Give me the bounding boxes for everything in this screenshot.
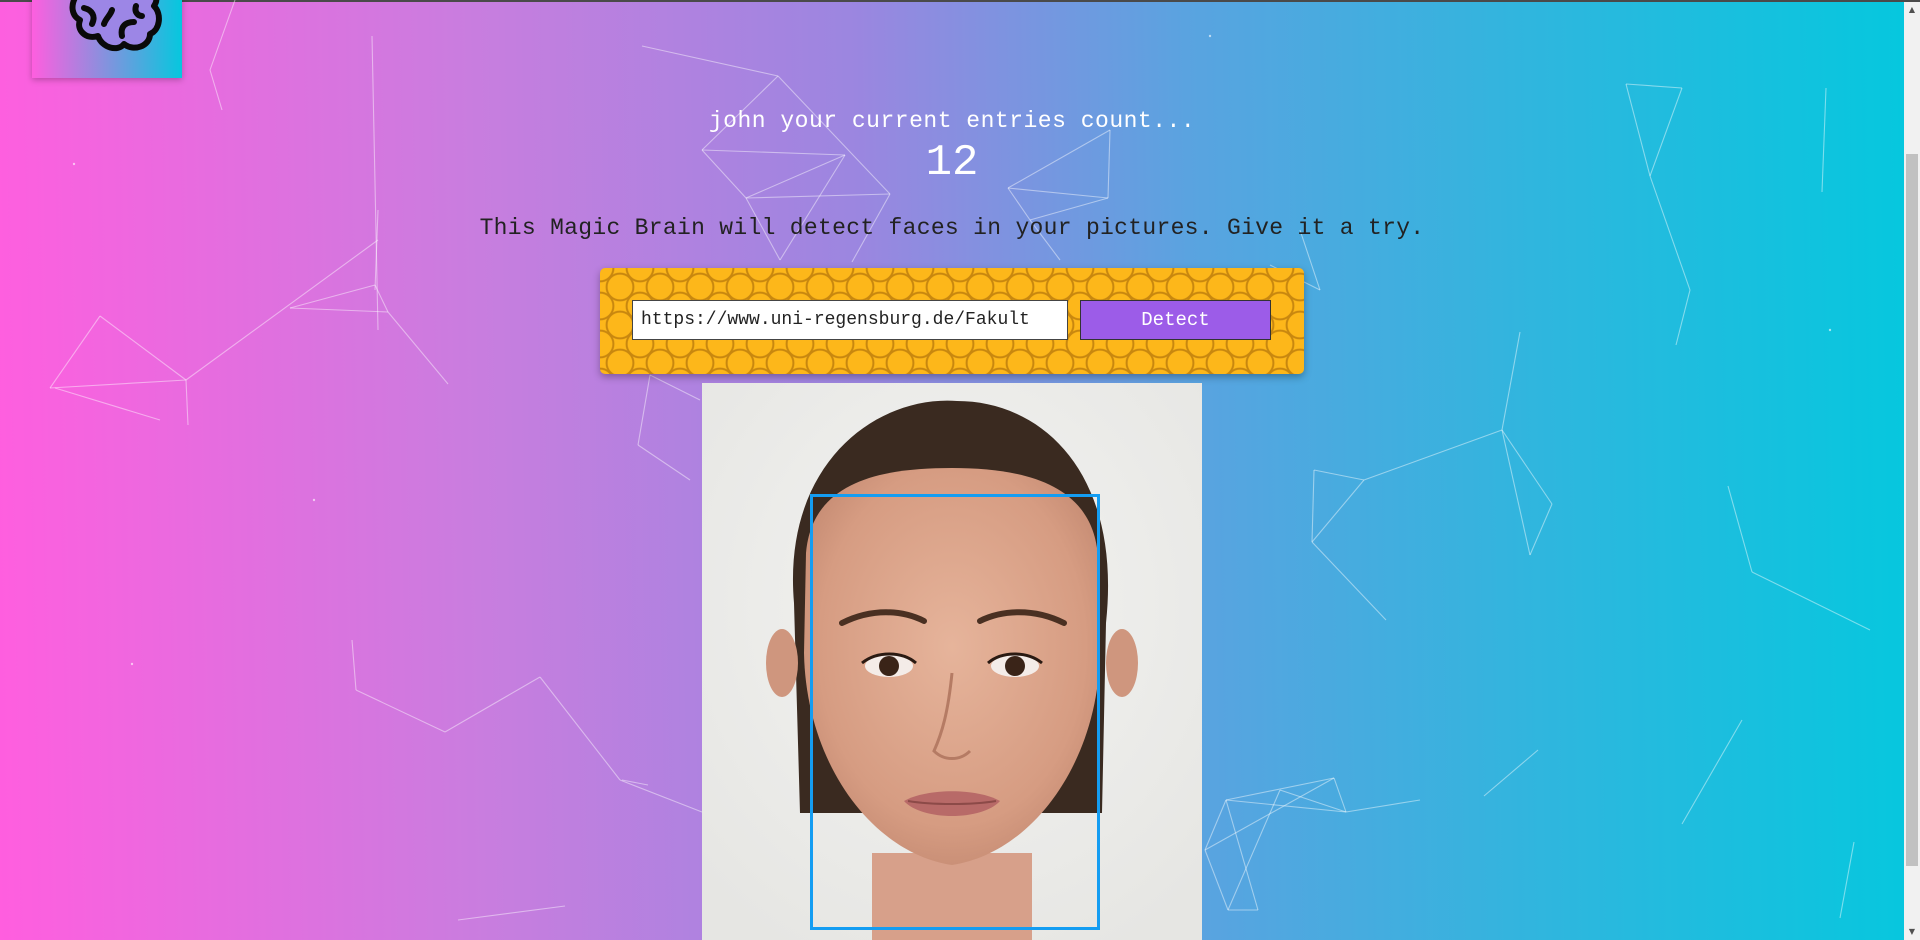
app-description: This Magic Brain will detect faces in yo… xyxy=(479,215,1425,241)
brain-icon xyxy=(69,0,162,52)
page-scrollbar[interactable]: ▲ ▼ xyxy=(1904,2,1920,940)
image-url-input[interactable] xyxy=(632,300,1068,340)
image-url-form: Detect xyxy=(600,268,1304,374)
entries-title: john your current entries count... xyxy=(708,108,1196,134)
detect-button[interactable]: Detect xyxy=(1080,300,1271,340)
face-image xyxy=(702,383,1202,940)
scrollbar-thumb[interactable] xyxy=(1906,154,1918,866)
entries-count: 12 xyxy=(925,138,979,188)
scroll-up-arrow-icon[interactable]: ▲ xyxy=(1904,2,1920,18)
face-bounding-box xyxy=(810,494,1100,930)
scroll-down-arrow-icon[interactable]: ▼ xyxy=(1904,924,1920,940)
logo[interactable] xyxy=(32,0,182,78)
